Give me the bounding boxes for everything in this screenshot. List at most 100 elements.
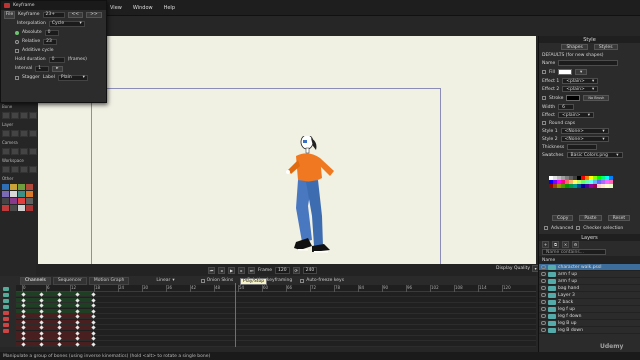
rewind-button[interactable]: ⏮ xyxy=(208,266,215,274)
paste-button[interactable]: Paste xyxy=(579,215,602,221)
thickness-field[interactable] xyxy=(567,144,598,150)
track-camera-tool[interactable] xyxy=(2,148,10,155)
next-key-button[interactable]: >> xyxy=(86,11,102,18)
swatches-select[interactable]: Basic Colors.png ▾ xyxy=(566,152,623,158)
visibility-eye-icon[interactable] xyxy=(541,286,546,290)
visibility-eye-icon[interactable] xyxy=(541,265,546,269)
pan-camera-tool[interactable] xyxy=(29,148,37,155)
rotate-workspace-tool[interactable] xyxy=(20,166,28,173)
layer-row[interactable]: leg B down xyxy=(539,327,640,334)
orbit-workspace-tool[interactable] xyxy=(29,166,37,173)
visibility-eye-icon[interactable] xyxy=(541,328,546,332)
set-origin-tool[interactable] xyxy=(2,130,10,137)
tool-icon[interactable] xyxy=(10,191,17,197)
timeline-track[interactable] xyxy=(16,308,536,314)
timeline-ruler[interactable]: 0 6 12 18 24 30 36 42 48 54 60 66 72 78 84 90 96 102 108 11… xyxy=(16,285,536,292)
display-quality[interactable]: Display Quality ▾ xyxy=(496,265,540,272)
tab-channels[interactable]: Channels xyxy=(20,276,51,285)
canvas[interactable] xyxy=(38,36,536,278)
keyframe-marker[interactable] xyxy=(91,336,96,341)
tab-motion-graph[interactable]: Motion Graph xyxy=(88,276,130,285)
styles-button[interactable]: Styles xyxy=(593,44,618,50)
name-column-header[interactable]: Name xyxy=(542,258,555,263)
effect-select[interactable]: <plain> ▾ xyxy=(557,112,594,118)
layer-row[interactable]: Z back xyxy=(539,299,640,306)
auto-freeze-toggle[interactable]: Auto-freeze keys xyxy=(297,278,347,283)
interpolation-select[interactable]: Linear ▾ xyxy=(153,278,177,283)
fill-checkbox[interactable] xyxy=(542,70,546,74)
name-field[interactable] xyxy=(558,60,619,66)
tool-icon[interactable] xyxy=(26,205,33,211)
timeline-track[interactable] xyxy=(16,341,536,347)
fill-color-swatch[interactable] xyxy=(558,69,573,75)
play-button[interactable]: ▶ xyxy=(228,266,235,274)
duplicate-layer-icon[interactable]: ⧉ xyxy=(552,241,559,248)
absolute-field[interactable]: 0 xyxy=(44,29,59,36)
tool-icon[interactable] xyxy=(2,191,9,197)
zoom-workspace-tool[interactable] xyxy=(11,166,19,173)
fill-options-button[interactable]: ▾ xyxy=(575,69,588,75)
layer-settings-icon[interactable]: ⚙ xyxy=(572,241,579,248)
loop-icon[interactable]: ⟳ xyxy=(292,266,300,274)
interpolation-select[interactable]: Cycle ▾ xyxy=(48,20,85,27)
keyframe-marker[interactable] xyxy=(91,330,96,336)
round-caps-checkbox[interactable] xyxy=(542,121,546,125)
style2-select[interactable]: <None> ▾ xyxy=(560,136,609,142)
tool-icon[interactable] xyxy=(10,184,17,190)
zoom-camera-tool[interactable] xyxy=(11,148,19,155)
visibility-eye-icon[interactable] xyxy=(541,300,546,304)
tool-icon[interactable] xyxy=(18,191,25,197)
layer-row[interactable]: leg B up xyxy=(539,320,640,327)
timeline-track[interactable] xyxy=(16,292,536,297)
keyframe-marker[interactable] xyxy=(91,303,96,308)
translate-layer-tool[interactable] xyxy=(11,130,19,137)
checker-checkbox[interactable] xyxy=(576,226,581,230)
layer-row[interactable]: arm f up xyxy=(539,278,640,285)
fast-forward-button[interactable]: ⏭ xyxy=(248,266,255,274)
timeline-tracks[interactable] xyxy=(16,292,536,347)
tool-icon[interactable] xyxy=(18,198,25,204)
visibility-eye-icon[interactable] xyxy=(541,279,546,283)
menu-help[interactable]: Help xyxy=(160,5,179,11)
tab-sequencer[interactable]: Sequencer xyxy=(52,276,87,285)
reparent-bone-tool[interactable] xyxy=(29,112,37,119)
tool-icon[interactable] xyxy=(10,198,17,204)
visibility-eye-icon[interactable] xyxy=(541,307,546,311)
new-layer-icon[interactable]: + xyxy=(542,241,549,248)
interval-stepper[interactable]: ▸ xyxy=(52,65,63,72)
keyframe-marker[interactable] xyxy=(91,325,96,330)
add-bone-tool[interactable] xyxy=(20,112,28,119)
reset-button[interactable]: Reset xyxy=(607,215,631,221)
layer-row[interactable]: leg f up xyxy=(539,306,640,313)
timeline-track[interactable] xyxy=(16,325,536,330)
relative-field[interactable]: 23 xyxy=(43,38,58,45)
timeline-track[interactable] xyxy=(16,330,536,336)
relative-radio[interactable] xyxy=(15,39,19,44)
width-field[interactable]: 6 xyxy=(558,104,575,110)
stroke-color-swatch[interactable] xyxy=(566,95,581,101)
prev-key-button[interactable]: << xyxy=(67,11,84,18)
frame-field[interactable]: 120 xyxy=(275,266,290,274)
tool-icon[interactable] xyxy=(18,205,25,211)
hold-field[interactable]: 0 xyxy=(48,56,65,63)
roll-camera-tool[interactable] xyxy=(20,148,28,155)
tool-icon[interactable] xyxy=(26,184,33,190)
stroke-checkbox[interactable] xyxy=(542,96,546,100)
menu-window[interactable]: Window xyxy=(129,5,157,11)
palette-swatch[interactable] xyxy=(609,184,613,188)
visibility-eye-icon[interactable] xyxy=(541,272,546,276)
translate-bone-tool[interactable] xyxy=(11,112,19,119)
timeline-track[interactable] xyxy=(16,303,536,308)
absolute-radio[interactable] xyxy=(15,30,19,35)
end-frame-field[interactable]: 240 xyxy=(302,266,318,274)
keyframe-marker[interactable] xyxy=(91,319,96,325)
visibility-eye-icon[interactable] xyxy=(541,314,546,318)
scale-layer-tool[interactable] xyxy=(20,130,28,137)
layer-search-input[interactable]: Name contains... xyxy=(542,249,606,255)
keyframe-marker[interactable] xyxy=(91,308,96,314)
effect2-select[interactable]: <plain> ▾ xyxy=(562,86,599,92)
pan-workspace-tool[interactable] xyxy=(2,166,10,173)
tool-icon[interactable] xyxy=(2,198,9,204)
color-palette[interactable] xyxy=(549,176,615,212)
layer-row[interactable]: character walk.pssl xyxy=(539,264,640,271)
